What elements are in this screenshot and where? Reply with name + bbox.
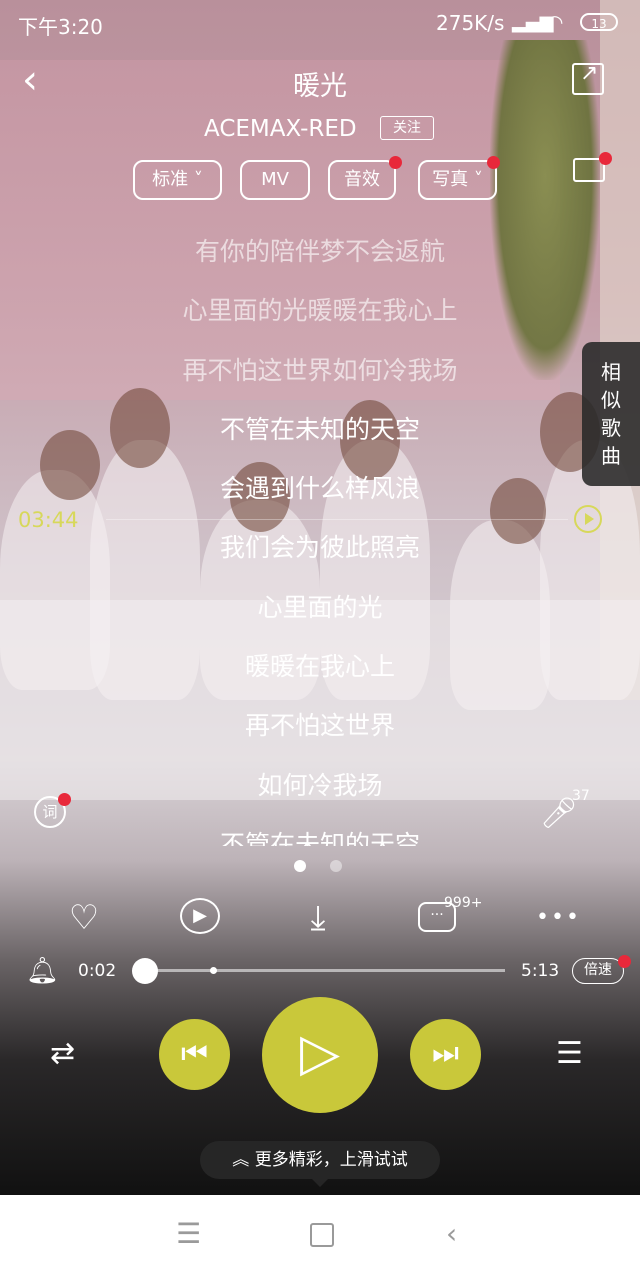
progress-track[interactable]: [145, 969, 505, 972]
progress-buffer-dot: [210, 967, 217, 974]
play-mode-icon[interactable]: ⇄: [50, 1036, 75, 1071]
lyric-seek-play-icon[interactable]: [574, 505, 602, 533]
speed-button[interactable]: 倍速: [572, 958, 624, 984]
pager-dot: [330, 860, 342, 872]
duration-time: 5:13: [521, 961, 560, 981]
artist-name[interactable]: ACEMAX-RED: [204, 116, 357, 142]
speed-badge-dot: [618, 955, 631, 968]
song-title: 暖光: [293, 71, 347, 102]
lyric-badge-dot: [58, 793, 71, 806]
lyric-line-current: 我们会为彼此照亮: [219, 533, 420, 563]
current-time: 0:02: [78, 961, 117, 981]
play-button[interactable]: ▷: [262, 997, 378, 1113]
swipe-up-tip[interactable]: ︽ 更多精彩，上滑试试: [200, 1141, 440, 1187]
follow-button[interactable]: 关注: [380, 116, 434, 140]
home-icon[interactable]: [310, 1223, 334, 1247]
lyric-seek-line: [106, 519, 568, 520]
next-icon: ⏭: [432, 1036, 459, 1071]
lyrics-panel[interactable]: 有你的陪伴梦不会返航 心里面的光暖暖在我心上 再不怕这世界如何冷我场 不管在未知…: [0, 222, 640, 846]
wifi-icon: ◠: [546, 10, 564, 34]
bell-icon[interactable]: 🔔︎: [26, 956, 59, 986]
video-icon[interactable]: ▶: [180, 898, 220, 934]
cast-badge-dot: [599, 152, 612, 165]
play-icon: ▷: [300, 1023, 340, 1083]
previous-button[interactable]: ⏮: [159, 1019, 230, 1090]
photo-selector[interactable]: 写真 ˅: [418, 160, 497, 200]
previous-icon: ⏮: [181, 1036, 208, 1071]
next-button[interactable]: ⏭: [410, 1019, 481, 1090]
pager-dot-active: [294, 860, 306, 872]
more-icon[interactable]: •••: [536, 898, 579, 938]
lyric-seek-time: 03:44: [18, 508, 79, 532]
lyric-line: 再不怕这世界: [244, 711, 395, 741]
lyric-line: 不管在未知的天空: [219, 414, 420, 444]
back-nav-icon[interactable]: ‹: [446, 1217, 457, 1250]
sound-effect-button[interactable]: 音效: [328, 160, 396, 200]
lyric-line: 心里面的光暖暖在我心上: [182, 296, 458, 326]
progress-thumb[interactable]: [132, 958, 158, 984]
mv-button[interactable]: MV: [240, 160, 310, 200]
network-speed: 275K/s: [436, 11, 505, 35]
download-vip-icon[interactable]: ⤓: [300, 898, 336, 938]
playlist-icon[interactable]: ☰: [556, 1036, 583, 1071]
lyric-line: 暖暖在我心上: [244, 652, 395, 682]
heart-icon[interactable]: ♡: [62, 898, 106, 938]
lyric-line: 会遇到什么样风浪: [219, 474, 420, 504]
menu-icon[interactable]: ☰: [176, 1217, 201, 1250]
share-icon[interactable]: [572, 61, 604, 95]
lyric-line: 心里面的光: [257, 592, 383, 622]
status-time: 下午3:20: [18, 15, 103, 39]
status-bar: 下午3:20 275K/s ▂▄▆ ◠ 13: [0, 0, 640, 46]
photo-badge-dot: [487, 156, 500, 169]
mic-count: 37: [572, 788, 590, 804]
effect-badge-dot: [389, 156, 402, 169]
quality-selector[interactable]: 标准 ˅: [133, 160, 222, 200]
lyric-line: 有你的陪伴梦不会返航: [194, 237, 445, 266]
system-nav-bar: ☰ ‹: [0, 1195, 640, 1280]
lyric-line: 再不怕这世界如何冷我场: [182, 355, 458, 385]
battery-icon: 13: [580, 13, 618, 31]
comment-count: 999+: [444, 895, 483, 911]
similar-songs-tab[interactable]: 相 似 歌 曲: [582, 342, 640, 486]
